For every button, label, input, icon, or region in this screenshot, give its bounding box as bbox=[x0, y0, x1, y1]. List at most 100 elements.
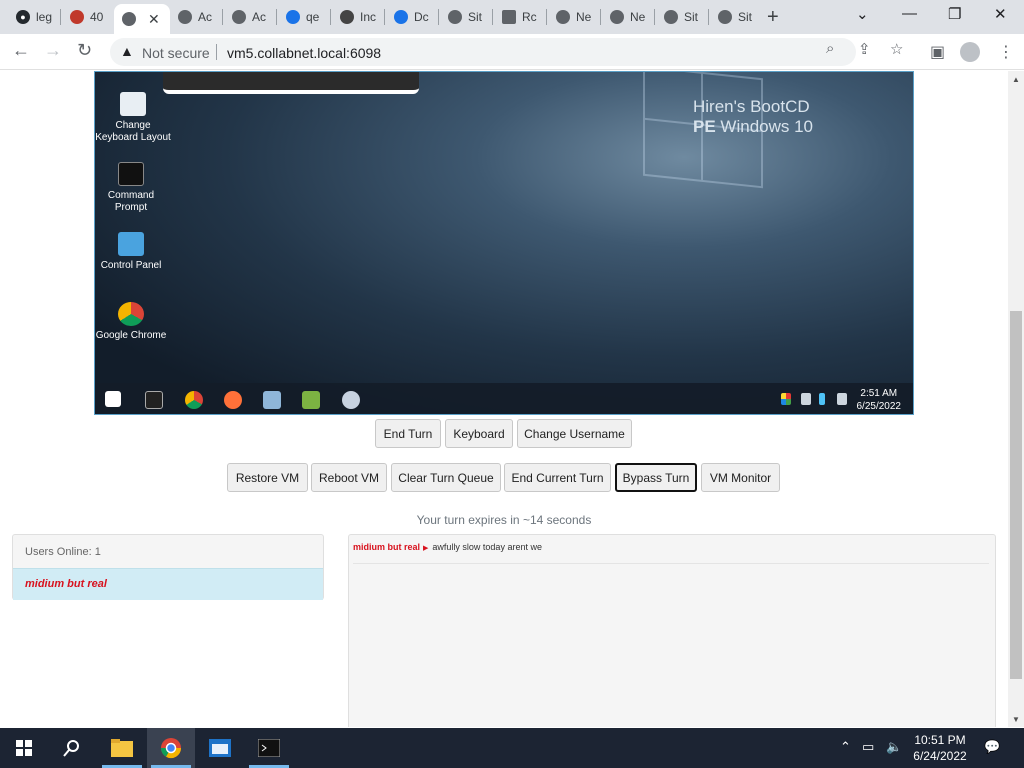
tab-title: Sit bbox=[738, 10, 753, 24]
globe-icon bbox=[718, 10, 732, 24]
profile-avatar-icon[interactable] bbox=[960, 42, 980, 62]
window-app-icon bbox=[209, 739, 231, 757]
tab-6[interactable]: qe bbox=[278, 4, 322, 30]
tab-title: Ne bbox=[630, 10, 646, 24]
address-bar[interactable]: ▲ Not secure vm5.collabnet.local:6098 bbox=[110, 38, 856, 66]
vm-explorer-icon[interactable] bbox=[263, 391, 281, 409]
desktop-icon-cmd[interactable]: Command Prompt bbox=[95, 162, 169, 214]
share-icon[interactable]: ⇪ bbox=[858, 40, 871, 58]
vm-tool-icon[interactable] bbox=[342, 391, 360, 409]
desktop-icon-control-panel[interactable]: Control Panel bbox=[95, 232, 169, 272]
tab-5[interactable]: Ac bbox=[224, 4, 268, 30]
end-turn-button[interactable]: End Turn bbox=[375, 419, 441, 448]
search-button[interactable] bbox=[48, 728, 96, 768]
zoom-icon[interactable]: ⌕ bbox=[826, 40, 834, 57]
close-window-icon[interactable]: ✕ bbox=[994, 5, 1007, 23]
tab-13[interactable]: Sit bbox=[656, 4, 700, 30]
vm-firefox-icon[interactable] bbox=[224, 391, 242, 409]
forward-icon[interactable]: → bbox=[44, 40, 62, 61]
url-text[interactable]: vm5.collabnet.local:6098 bbox=[227, 45, 381, 61]
system-clock[interactable]: 10:51 PM 6/24/2022 bbox=[908, 732, 972, 764]
keyboard-button[interactable]: Keyboard bbox=[445, 419, 513, 448]
bypass-turn-button[interactable]: Bypass Turn bbox=[615, 463, 697, 492]
tab-11[interactable]: Ne bbox=[548, 4, 592, 30]
menu-icon[interactable]: ⋮ bbox=[998, 42, 1014, 62]
minimize-icon[interactable]: — bbox=[902, 5, 917, 22]
clear-turn-queue-button[interactable]: Clear Turn Queue bbox=[391, 463, 501, 492]
vm-cmd-icon[interactable] bbox=[145, 391, 163, 409]
change-username-button[interactable]: Change Username bbox=[517, 419, 632, 448]
end-current-turn-button[interactable]: End Current Turn bbox=[504, 463, 611, 492]
network-icon[interactable]: ▭ bbox=[862, 739, 874, 755]
vm-usb-icon[interactable] bbox=[801, 393, 811, 405]
restore-vm-button[interactable]: Restore VM bbox=[227, 463, 308, 492]
username[interactable]: midium but real bbox=[25, 578, 107, 590]
taskbar-app[interactable] bbox=[196, 728, 244, 768]
show-hidden-icons-icon[interactable]: ⌃ bbox=[840, 739, 851, 755]
user-list-item[interactable]: midium but real bbox=[13, 568, 323, 600]
globe-icon bbox=[664, 10, 678, 24]
warning-icon[interactable]: ▲ bbox=[120, 43, 134, 59]
tab-7[interactable]: Inc bbox=[332, 4, 376, 30]
tab-4[interactable]: Ac bbox=[170, 4, 214, 30]
vm-network-icon[interactable] bbox=[819, 393, 825, 405]
tab-title: Ac bbox=[198, 10, 213, 24]
vm-start-icon[interactable] bbox=[105, 391, 121, 407]
close-tab-icon[interactable]: ✕ bbox=[148, 11, 160, 28]
site-icon bbox=[502, 10, 516, 24]
tab-title: Sit bbox=[468, 10, 483, 24]
page-scrollbar[interactable]: ▲ ▼ bbox=[1008, 71, 1024, 727]
reboot-vm-button[interactable]: Reboot VM bbox=[311, 463, 387, 492]
tab-github[interactable]: ● leg bbox=[8, 4, 52, 30]
github-icon: ● bbox=[16, 10, 30, 24]
chrome-icon bbox=[118, 302, 144, 326]
terminal-icon bbox=[258, 739, 280, 757]
vm-clock[interactable]: 2:51 AM 6/25/2022 bbox=[857, 387, 902, 413]
tab-12[interactable]: Ne bbox=[602, 4, 646, 30]
tab-2[interactable]: 40 bbox=[62, 4, 106, 30]
desktop-icon-chrome[interactable]: Google Chrome bbox=[95, 302, 169, 342]
vm-notepad-icon[interactable] bbox=[302, 391, 320, 409]
tab-9[interactable]: Sit bbox=[440, 4, 484, 30]
chat-panel: midium but real ▶ awfully slow today arent… bbox=[348, 534, 996, 727]
vm-volume-icon[interactable] bbox=[837, 393, 847, 405]
scroll-down-icon[interactable]: ▼ bbox=[1012, 715, 1020, 724]
vm-tray-icon[interactable] bbox=[781, 393, 791, 405]
divider bbox=[353, 563, 989, 564]
tab-active[interactable]: ✕ bbox=[114, 4, 170, 34]
tab-title: Sit bbox=[684, 10, 699, 24]
tab-8[interactable]: Dc bbox=[386, 4, 430, 30]
notifications-icon[interactable]: 💬 bbox=[984, 739, 1000, 755]
tab-title: 40 bbox=[90, 10, 104, 24]
vm-screen[interactable]: Hiren's BootCD PE Windows 10 Change Keyb… bbox=[94, 71, 914, 415]
tab-14[interactable]: Sit bbox=[710, 4, 754, 30]
search-icon bbox=[63, 740, 79, 757]
taskbar-terminal[interactable] bbox=[245, 728, 293, 768]
vm-chrome-icon[interactable] bbox=[185, 391, 203, 409]
globe-icon bbox=[232, 10, 246, 24]
volume-icon[interactable]: 🔈 bbox=[886, 739, 902, 755]
back-icon[interactable]: ← bbox=[12, 40, 30, 61]
new-tab-icon[interactable]: + bbox=[767, 6, 779, 29]
chrome-icon bbox=[160, 738, 182, 759]
security-label[interactable]: Not secure bbox=[142, 45, 210, 61]
start-button[interactable] bbox=[0, 728, 48, 768]
reload-icon[interactable]: ↻ bbox=[77, 40, 92, 61]
tab-search-icon[interactable]: ⌄ bbox=[856, 5, 869, 23]
chat-username: midium but real bbox=[353, 542, 421, 552]
bookmark-star-icon[interactable]: ☆ bbox=[890, 40, 903, 58]
scrollbar-thumb[interactable] bbox=[1010, 311, 1022, 679]
tab-10[interactable]: Rc bbox=[494, 4, 538, 30]
taskbar-chrome[interactable] bbox=[147, 728, 195, 768]
scroll-up-icon[interactable]: ▲ bbox=[1012, 75, 1020, 84]
users-online-count: Users Online: 1 bbox=[25, 546, 101, 558]
taskbar-file-explorer[interactable] bbox=[98, 728, 146, 768]
vm-monitor-button[interactable]: VM Monitor bbox=[701, 463, 780, 492]
restore-icon[interactable]: ❐ bbox=[948, 5, 961, 23]
tab-title: qe bbox=[306, 10, 320, 24]
desktop-icon-keyboard[interactable]: Change Keyboard Layout bbox=[95, 92, 171, 144]
vm-popup bbox=[163, 72, 419, 94]
brand-line2: PE Windows 10 bbox=[693, 117, 814, 136]
side-panel-icon[interactable]: ▣ bbox=[930, 42, 945, 62]
tab-title: leg bbox=[36, 10, 52, 24]
